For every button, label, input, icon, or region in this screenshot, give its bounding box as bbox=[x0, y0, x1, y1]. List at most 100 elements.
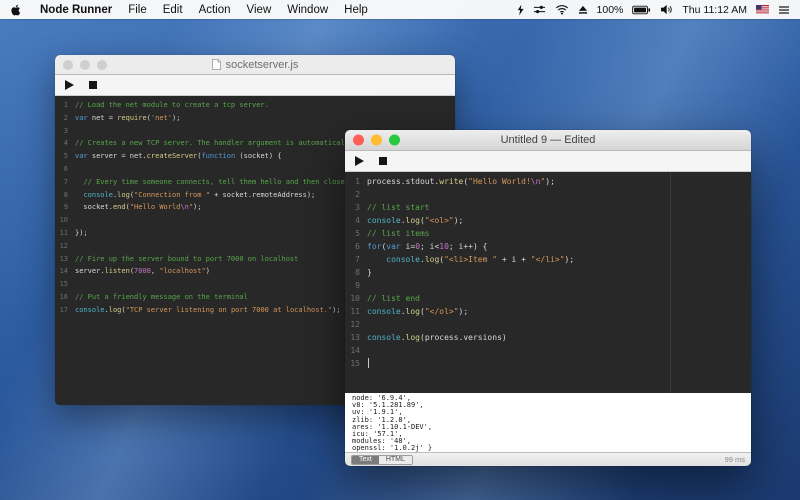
battery-icon[interactable] bbox=[632, 5, 651, 15]
front-window-footer: Text HTML 99 ms bbox=[345, 452, 751, 466]
run-button-icon[interactable] bbox=[355, 156, 364, 166]
line-number: 13 bbox=[350, 333, 360, 342]
us-flag-icon[interactable] bbox=[756, 5, 769, 14]
line-number: 11 bbox=[59, 228, 68, 237]
line-number: 9 bbox=[355, 281, 360, 290]
code-line: 14 bbox=[345, 344, 751, 357]
stop-button-icon[interactable] bbox=[379, 157, 387, 165]
line-number: 10 bbox=[350, 294, 360, 303]
front-window-titlebar[interactable]: Untitled 9 — Edited bbox=[345, 130, 751, 151]
line-number: 14 bbox=[59, 267, 68, 276]
menu-action[interactable]: Action bbox=[199, 4, 231, 16]
code-line: 1 process.stdout.write("Hello World!\n"); bbox=[345, 175, 751, 188]
front-window-title-text: Untitled 9 — Edited bbox=[500, 134, 596, 146]
volume-icon[interactable] bbox=[660, 4, 673, 15]
notification-center-icon[interactable] bbox=[778, 5, 790, 15]
code-line: 11 console.log("</ol>"); bbox=[345, 305, 751, 318]
line-number: 15 bbox=[59, 280, 68, 289]
line-number: 1 bbox=[63, 101, 68, 109]
menu-edit[interactable]: Edit bbox=[163, 4, 183, 16]
line-number: 7 bbox=[355, 255, 360, 264]
code-line: 12 bbox=[345, 318, 751, 331]
code-line: 1// Load the net module to create a tcp … bbox=[55, 99, 455, 112]
line-number: 5 bbox=[355, 229, 360, 238]
close-button[interactable] bbox=[353, 134, 364, 146]
line-number: 6 bbox=[355, 242, 360, 251]
front-traffic-lights bbox=[353, 134, 400, 146]
menu-clock[interactable]: Thu 11:12 AM bbox=[682, 4, 747, 16]
back-traffic-lights bbox=[63, 59, 107, 70]
line-number: 12 bbox=[59, 241, 68, 250]
bolt-icon[interactable] bbox=[516, 4, 524, 16]
line-number: 11 bbox=[350, 307, 360, 316]
line-number: 15 bbox=[350, 359, 360, 368]
back-window-title: socketserver.js bbox=[211, 58, 299, 71]
menu-file[interactable]: File bbox=[128, 4, 147, 16]
battery-percent: 100% bbox=[596, 3, 624, 16]
menu-app-name[interactable]: Node Runner bbox=[40, 4, 112, 16]
line-number: 3 bbox=[63, 126, 68, 135]
text-cursor bbox=[368, 358, 369, 368]
line-number: 5 bbox=[63, 152, 68, 161]
front-code-editor[interactable]: 1 process.stdout.write("Hello World!\n");… bbox=[345, 172, 751, 393]
code-line: 13 console.log(process.versions) bbox=[345, 331, 751, 344]
eject-icon[interactable] bbox=[578, 5, 588, 15]
menu-help[interactable]: Help bbox=[344, 4, 368, 16]
line-number: 3 bbox=[355, 203, 360, 212]
menu-window[interactable]: Window bbox=[287, 4, 328, 16]
line-number: 2 bbox=[355, 190, 360, 199]
line-number: 7 bbox=[63, 177, 68, 186]
code-line: 4 console.log("<ol>"); bbox=[345, 214, 751, 227]
column-guide-line bbox=[670, 172, 671, 393]
back-window-title-text: socketserver.js bbox=[225, 58, 299, 71]
code-line: 9 bbox=[345, 279, 751, 292]
code-line: 2 var net = require('net'); bbox=[55, 112, 455, 125]
code-line: 2 bbox=[345, 188, 751, 201]
code-line: 3// list start bbox=[345, 201, 751, 214]
run-duration-label: 99 ms bbox=[724, 455, 745, 464]
wifi-icon[interactable] bbox=[555, 4, 569, 15]
apple-menu-icon[interactable] bbox=[10, 3, 22, 17]
close-button[interactable] bbox=[63, 59, 73, 70]
line-number: 13 bbox=[59, 254, 68, 263]
run-button-icon[interactable] bbox=[65, 80, 74, 90]
line-number: 6 bbox=[63, 164, 68, 173]
front-toolbar bbox=[345, 151, 751, 172]
line-number: 12 bbox=[350, 320, 360, 329]
line-number: 10 bbox=[59, 216, 68, 225]
front-window-title: Untitled 9 — Edited bbox=[501, 134, 596, 146]
line-number: 1 bbox=[355, 177, 360, 186]
status-area: 100% Thu 11:12 AM bbox=[516, 4, 790, 16]
minimize-button[interactable] bbox=[371, 134, 382, 146]
minimize-button[interactable] bbox=[80, 59, 90, 70]
code-line: 7 console.log("<li>Item " + i + "</li>")… bbox=[345, 253, 751, 266]
code-line: 8} bbox=[345, 266, 751, 279]
back-window-titlebar[interactable]: socketserver.js bbox=[55, 55, 455, 75]
window-untitled-9: Untitled 9 — Edited 1 process.stdout.writ… bbox=[345, 130, 751, 466]
back-toolbar bbox=[55, 75, 455, 96]
output-format-segmented-control: Text HTML bbox=[351, 454, 413, 465]
line-number: 2 bbox=[63, 113, 68, 122]
line-number: 8 bbox=[355, 268, 360, 277]
line-number: 14 bbox=[350, 346, 360, 355]
line-number: 9 bbox=[63, 203, 68, 212]
document-proxy-icon bbox=[211, 59, 221, 70]
line-number: 8 bbox=[63, 190, 68, 199]
code-line: 6 for(var i=0; i<10; i++) { bbox=[345, 240, 751, 253]
zoom-button[interactable] bbox=[97, 59, 107, 70]
menu-bar: Node Runner File Edit Action View Window… bbox=[0, 0, 800, 19]
line-number: 4 bbox=[355, 216, 360, 225]
tab-html[interactable]: HTML bbox=[378, 455, 412, 464]
tab-text[interactable]: Text bbox=[352, 455, 379, 464]
code-line: 15 bbox=[345, 357, 751, 370]
menu-view[interactable]: View bbox=[247, 4, 272, 16]
stop-button-icon[interactable] bbox=[89, 81, 97, 89]
zoom-button[interactable] bbox=[389, 134, 400, 146]
sliders-icon[interactable] bbox=[533, 4, 546, 15]
code-line: 10// list end bbox=[345, 292, 751, 305]
output-panel: node: '6.9.4', v8: '5.1.281.89', uv: '1.… bbox=[345, 393, 751, 452]
line-number: 4 bbox=[63, 139, 68, 148]
line-number: 17 bbox=[59, 305, 68, 314]
code-line: 5// list items bbox=[345, 227, 751, 240]
line-number: 16 bbox=[59, 292, 68, 301]
